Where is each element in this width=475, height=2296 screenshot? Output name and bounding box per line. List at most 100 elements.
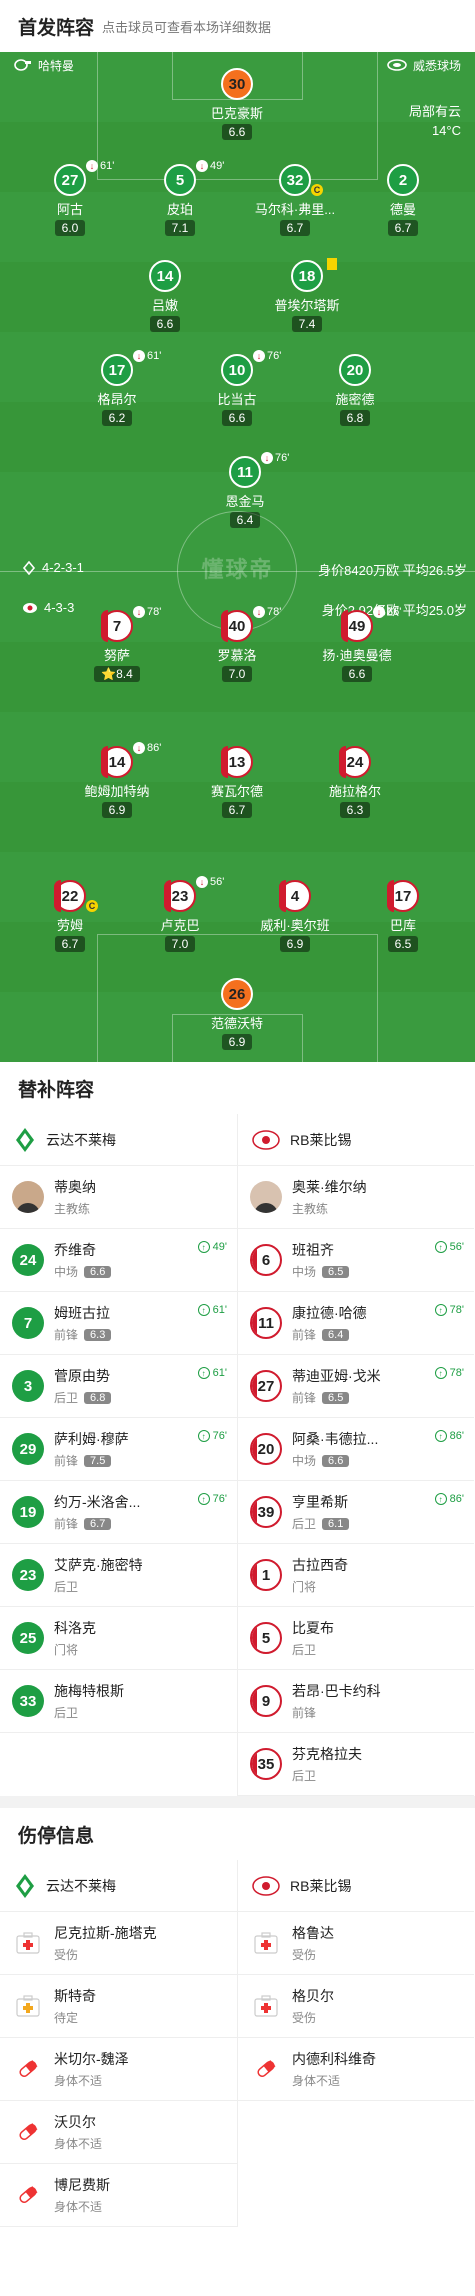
whistle-icon [14,59,31,71]
player-number: 17 [101,354,133,386]
player-rating: 6.4 [229,512,261,528]
home-injury-row[interactable]: 米切尔-魏泽 身体不适 [0,2038,237,2101]
home-team-header[interactable]: 云达不莱梅 [0,1114,237,1166]
away-injury-row[interactable]: 内德利科维奇 身体不适 [238,2038,474,2101]
away-sub-row[interactable]: 1 古拉西奇 门将 [238,1544,474,1607]
home-sub-row[interactable]: 23 艾萨克·施密特 后卫 [0,1544,237,1607]
player-name: 德曼 [389,202,416,217]
sub-out-event: ↓ 61' [86,160,114,172]
away-team-header[interactable]: RB莱比锡 [238,1114,474,1166]
sub-meta: 后卫 6.8 [54,1389,225,1406]
sub-name: 约万-米洛舍... [54,1494,141,1510]
home-player-9[interactable]: 20 施密德 6.8 [305,354,405,427]
player-name: 恩金马 [225,494,265,509]
sub-meta: 前锋 6.7 [54,1515,225,1532]
away-injury-row[interactable]: 格贝尔 受伤 [238,1975,474,2038]
stadium[interactable]: 威悉球场 [387,57,461,74]
away-sub-row[interactable]: 35 芬克格拉夫 后卫 [238,1733,474,1796]
sub-out-icon: ↓ [196,876,208,888]
player-rating: 6.7 [387,220,419,236]
away-player-3[interactable]: 14 ↓ 86' 鲍姆加特纳 6.9 [67,742,167,819]
away-player-4[interactable]: 13 赛瓦尔德 6.7 [187,746,287,819]
sub-in-event: ↑ 76' [197,1430,227,1442]
away-injury-row[interactable]: 格鲁达 受伤 [238,1912,474,1975]
player-rating: 7.0 [221,666,253,682]
home-coach-row[interactable]: 蒂奥纳 主教练 [0,1166,237,1229]
away-player-0[interactable]: 7 ↓ 78' 努萨 ⭐8.4 [67,606,167,683]
home-player-3[interactable]: 32 C 马尔科·弗里... 6.7 [245,164,345,237]
player-rating: 6.6 [341,666,373,682]
player-rating: 6.3 [339,802,371,818]
injured-player-name: 尼克拉斯-施塔克 [54,1925,157,1941]
sub-out-icon: ↓ [86,160,98,172]
player-number: 30 [221,68,253,100]
home-sub-row[interactable]: 24 乔维奇 中场 6.6 ↑ 49' [0,1229,237,1292]
home-sub-row[interactable]: 3 菅原由势 后卫 6.8 ↑ 61' [0,1355,237,1418]
sub-meta: 后卫 [54,1706,79,1720]
home-sub-row[interactable]: 7 姆班古拉 前锋 6.3 ↑ 61' [0,1292,237,1355]
injury-status: 受伤 [54,1948,79,1962]
home-sub-row[interactable]: 25 科洛克 门将 [0,1607,237,1670]
home-coach[interactable]: 哈特曼 [14,57,74,74]
away-sub-row[interactable]: 11 康拉德·哈德 前锋 6.4 ↑ 78' [238,1292,474,1355]
sub-in-icon: ↑ [434,1430,447,1442]
home-sub-row[interactable]: 29 萨利姆·穆萨 前锋 7.5 ↑ 76' [0,1418,237,1481]
away-player-5[interactable]: 24 施拉格尔 6.3 [305,746,405,819]
away-player-9[interactable]: 17 巴库 6.5 [353,880,453,953]
away-player-7[interactable]: 23 ↓ 56' 卢克巴 7.0 [130,876,230,953]
player-name: 威利·奥尔班 [260,918,330,933]
home-sub-row[interactable]: 19 约万-米洛舍... 前锋 6.7 ↑ 76' [0,1481,237,1544]
sub-number: 3 [12,1370,44,1402]
away-sub-row[interactable]: 27 蒂迪亚姆·戈米 前锋 6.5 ↑ 78' [238,1355,474,1418]
home-player-5[interactable]: 14 吕嫩 6.6 [115,260,215,333]
sub-out-icon: ↓ [133,606,145,618]
sub-number: 39 [250,1496,282,1528]
away-injury-team-header[interactable]: RB莱比锡 [238,1860,474,1912]
home-injury-team-header[interactable]: 云达不莱梅 [0,1860,237,1912]
away-sub-row[interactable]: 20 阿桑·韦德拉... 中场 6.6 ↑ 86' [238,1418,474,1481]
sub-number: 11 [250,1307,282,1339]
away-sub-row[interactable]: 9 若昂·巴卡约科 前锋 [238,1670,474,1733]
away-player-10[interactable]: 26 范德沃特 6.9 [187,978,287,1051]
injuries-title: 伤停信息 [18,1825,95,1847]
away-sub-row[interactable]: 6 班祖齐 中场 6.5 ↑ 56' [238,1229,474,1292]
sub-name: 萨利姆·穆萨 [54,1431,129,1447]
away-player-8[interactable]: 4 威利·奥尔班 6.9 [245,880,345,953]
player-number: 14 [149,260,181,292]
sub-out-icon: ↓ [133,350,145,362]
home-player-2[interactable]: 5 ↓ 49' 皮珀 7.1 [130,160,230,237]
header-hint: 点击球员可查看本场详细数据 [102,19,272,35]
away-coach-row[interactable]: 奥莱·维尔纳 主教练 [238,1166,474,1229]
sub-meta: 前锋 6.4 [292,1326,462,1343]
sub-in-icon: ↑ [434,1367,447,1379]
player-rating: 7.4 [291,316,323,332]
home-player-8[interactable]: 10 ↓ 76' 比当古 6.6 [187,350,287,427]
sub-name: 芬克格拉夫 [292,1746,362,1762]
away-sub-row[interactable]: 39 亨里希斯 后卫 6.1 ↑ 86' [238,1481,474,1544]
player-number: 20 [339,354,371,386]
medkit-icon [16,1995,40,2017]
player-rating: 6.9 [279,936,311,952]
player-name: 马尔科·弗里... [254,202,336,217]
home-injury-row[interactable]: 斯特奇 待定 [0,1975,237,2038]
sub-out-icon: ↓ [196,160,208,172]
home-player-0[interactable]: 30 巴克豪斯 6.6 [187,68,287,141]
away-player-1[interactable]: 40 ↓ 78' 罗慕洛 7.0 [187,606,287,683]
away-player-6[interactable]: 22 C 劳姆 6.7 [20,880,120,953]
yellow-card-icon [327,258,337,270]
home-player-1[interactable]: 27 ↓ 61' 阿古 6.0 [20,160,120,237]
injured-player-name: 博尼费斯 [54,2177,110,2193]
away-player-2[interactable]: 49 ↓ 86' 扬·迪奥曼德 6.6 [307,606,407,683]
home-player-7[interactable]: 17 ↓ 61' 格昂尔 6.2 [67,350,167,427]
home-injury-row[interactable]: 尼克拉斯-施塔克 受伤 [0,1912,237,1975]
home-injury-row[interactable]: 博尼费斯 身体不适 [0,2164,237,2227]
sub-in-event: ↑ 86' [434,1430,464,1442]
away-sub-row[interactable]: 5 比夏布 后卫 [238,1607,474,1670]
weather-info: 局部有云 14°C [408,104,461,138]
home-player-6[interactable]: 18 普埃尔塔斯 7.4 [257,258,357,333]
home-player-4[interactable]: 2 德曼 6.7 [353,164,453,237]
home-sub-row[interactable]: 33 施梅特根斯 后卫 [0,1670,237,1733]
home-injury-row[interactable]: 沃贝尔 身体不适 [0,2101,237,2164]
sub-name: 比夏布 [292,1620,334,1636]
home-player-10[interactable]: 11 ↓ 76' 恩金马 6.4 [195,452,295,529]
